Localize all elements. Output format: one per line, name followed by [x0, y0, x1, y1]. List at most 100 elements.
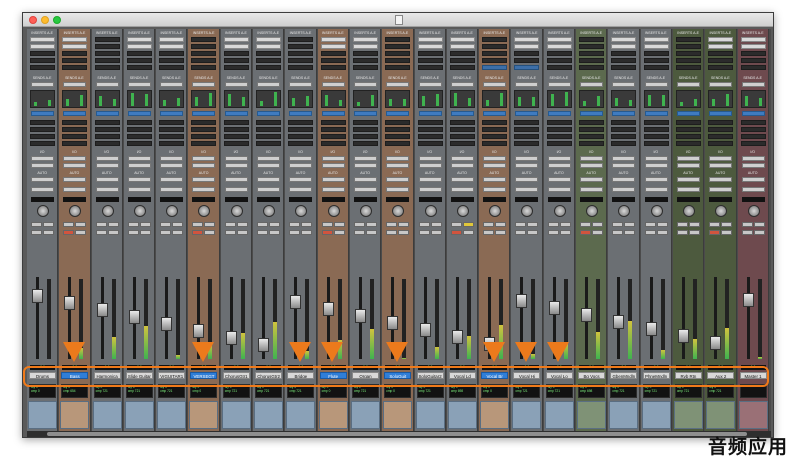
input-selector[interactable]	[95, 156, 119, 161]
comments-box[interactable]	[544, 401, 574, 429]
input-selector[interactable]	[547, 156, 571, 161]
scrollbar-thumb[interactable]	[47, 432, 747, 436]
send-slot[interactable]	[514, 120, 540, 125]
insert-slot[interactable]	[256, 58, 282, 63]
volume-fader[interactable]	[161, 317, 173, 331]
send-slot[interactable]	[482, 127, 508, 132]
automation-mode[interactable]	[580, 177, 604, 182]
input-monitor-button[interactable]	[612, 222, 624, 227]
input-selector[interactable]	[580, 156, 604, 161]
insert-slot[interactable]	[708, 65, 734, 70]
output-selector[interactable]	[483, 163, 507, 168]
insert-slot[interactable]	[288, 44, 314, 49]
output-selector[interactable]	[709, 163, 733, 168]
comments-box[interactable]	[641, 401, 671, 429]
insert-slot[interactable]	[320, 37, 346, 42]
track-name[interactable]: GbenMndln	[610, 372, 638, 379]
send-slot[interactable]	[256, 127, 282, 132]
send-slot[interactable]	[611, 127, 637, 132]
insert-slot[interactable]	[288, 58, 314, 63]
solo-button[interactable]	[753, 222, 765, 227]
track-name[interactable]: Vocal Lo	[545, 372, 573, 379]
output-selector[interactable]	[547, 163, 571, 168]
record-button[interactable]	[450, 230, 462, 235]
comments-box[interactable]	[415, 401, 445, 429]
mute-button[interactable]	[269, 230, 281, 235]
output-selector[interactable]	[224, 163, 248, 168]
automation-mode[interactable]	[127, 177, 151, 182]
automation-mode[interactable]	[289, 177, 313, 182]
automation-mode[interactable]	[224, 177, 248, 182]
send-selector[interactable]	[257, 82, 281, 87]
pan-knob[interactable]	[101, 205, 114, 217]
track-name[interactable]: Bass	[61, 372, 89, 379]
mute-button[interactable]	[656, 230, 668, 235]
send-slot[interactable]	[320, 134, 346, 139]
insert-slot[interactable]	[643, 37, 669, 42]
send-slot[interactable]	[546, 120, 572, 125]
input-selector[interactable]	[418, 156, 442, 161]
insert-slot[interactable]	[611, 37, 637, 42]
volume-fader[interactable]	[645, 322, 657, 336]
output-selector[interactable]	[160, 163, 184, 168]
record-button[interactable]	[192, 230, 204, 235]
insert-slot[interactable]	[546, 51, 572, 56]
insert-slot[interactable]	[579, 51, 605, 56]
insert-slot[interactable]	[352, 37, 378, 42]
send-bus-button[interactable]	[386, 111, 410, 116]
send-bus-button[interactable]	[483, 111, 507, 116]
solo-button[interactable]	[462, 222, 474, 227]
record-button[interactable]	[741, 230, 753, 235]
mute-button[interactable]	[365, 230, 377, 235]
insert-slot[interactable]	[320, 65, 346, 70]
record-button[interactable]	[644, 230, 656, 235]
mute-button[interactable]	[43, 230, 54, 235]
send-slot[interactable]	[256, 134, 282, 139]
input-selector[interactable]	[612, 156, 636, 161]
input-monitor-button[interactable]	[450, 222, 462, 227]
send-bus-button[interactable]	[127, 111, 151, 116]
track-name[interactable]: Bridge	[287, 372, 315, 379]
track-name[interactable]: Organ	[351, 372, 379, 379]
input-monitor-button[interactable]	[192, 222, 204, 227]
comments-box[interactable]	[577, 401, 607, 429]
insert-slot[interactable]	[675, 51, 701, 56]
zoom-window-button[interactable]	[53, 16, 61, 24]
record-button[interactable]	[386, 230, 398, 235]
solo-button[interactable]	[398, 222, 410, 227]
pan-knob[interactable]	[263, 205, 276, 217]
insert-slot[interactable]	[482, 65, 508, 70]
output-selector[interactable]	[31, 163, 54, 168]
insert-slot[interactable]	[417, 44, 443, 49]
pan-knob[interactable]	[553, 205, 566, 217]
send-selector[interactable]	[289, 82, 313, 87]
send-selector[interactable]	[612, 82, 636, 87]
track-name[interactable]: ChorusGtr1	[222, 372, 250, 379]
pan-knob[interactable]	[327, 205, 340, 217]
send-slot[interactable]	[62, 127, 88, 132]
send-slot[interactable]	[449, 141, 475, 146]
pan-knob[interactable]	[359, 205, 372, 217]
solo-button[interactable]	[656, 222, 668, 227]
insert-slot[interactable]	[449, 65, 475, 70]
send-slot[interactable]	[643, 134, 669, 139]
comments-box[interactable]	[221, 401, 251, 429]
insert-slot[interactable]	[94, 44, 120, 49]
input-monitor-button[interactable]	[95, 222, 107, 227]
send-selector[interactable]	[321, 82, 345, 87]
output-selector[interactable]	[580, 163, 604, 168]
insert-slot[interactable]	[611, 51, 637, 56]
automation-mode[interactable]	[676, 177, 700, 182]
send-selector[interactable]	[160, 82, 184, 87]
send-bus-button[interactable]	[741, 111, 765, 116]
pan-knob[interactable]	[682, 205, 695, 217]
output-selector[interactable]	[257, 163, 281, 168]
insert-slot[interactable]	[159, 51, 185, 56]
send-slot[interactable]	[740, 120, 766, 125]
input-monitor-button[interactable]	[257, 222, 269, 227]
insert-slot[interactable]	[675, 58, 701, 63]
volume-fader[interactable]	[258, 338, 270, 352]
insert-slot[interactable]	[320, 58, 346, 63]
insert-slot[interactable]	[643, 51, 669, 56]
input-monitor-button[interactable]	[63, 222, 75, 227]
